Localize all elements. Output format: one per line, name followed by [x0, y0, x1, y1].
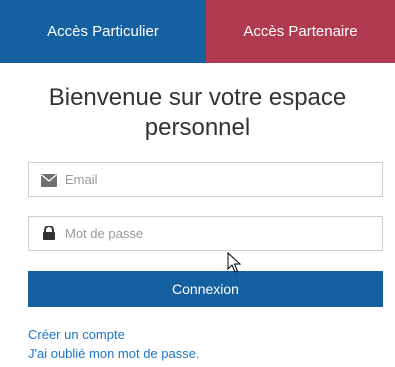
password-field[interactable] [28, 216, 383, 251]
email-field[interactable] [28, 162, 383, 197]
mouse-cursor-icon [227, 252, 241, 273]
access-tabs: Accès Particulier Accès Partenaire [0, 0, 395, 63]
forgot-password-link[interactable]: J'ai oublié mon mot de passe. [28, 346, 200, 361]
tab-acces-particulier[interactable]: Accès Particulier [0, 0, 206, 63]
email-input[interactable] [65, 163, 375, 196]
page-title: Bienvenue sur votre espace personnel [48, 84, 347, 141]
tab-acces-partenaire[interactable]: Accès Partenaire [206, 0, 395, 63]
connexion-button[interactable]: Connexion [28, 271, 383, 307]
lock-icon [43, 226, 55, 240]
password-input[interactable] [65, 217, 375, 250]
envelope-icon [41, 174, 57, 187]
create-account-link[interactable]: Créer un compte [28, 327, 125, 342]
